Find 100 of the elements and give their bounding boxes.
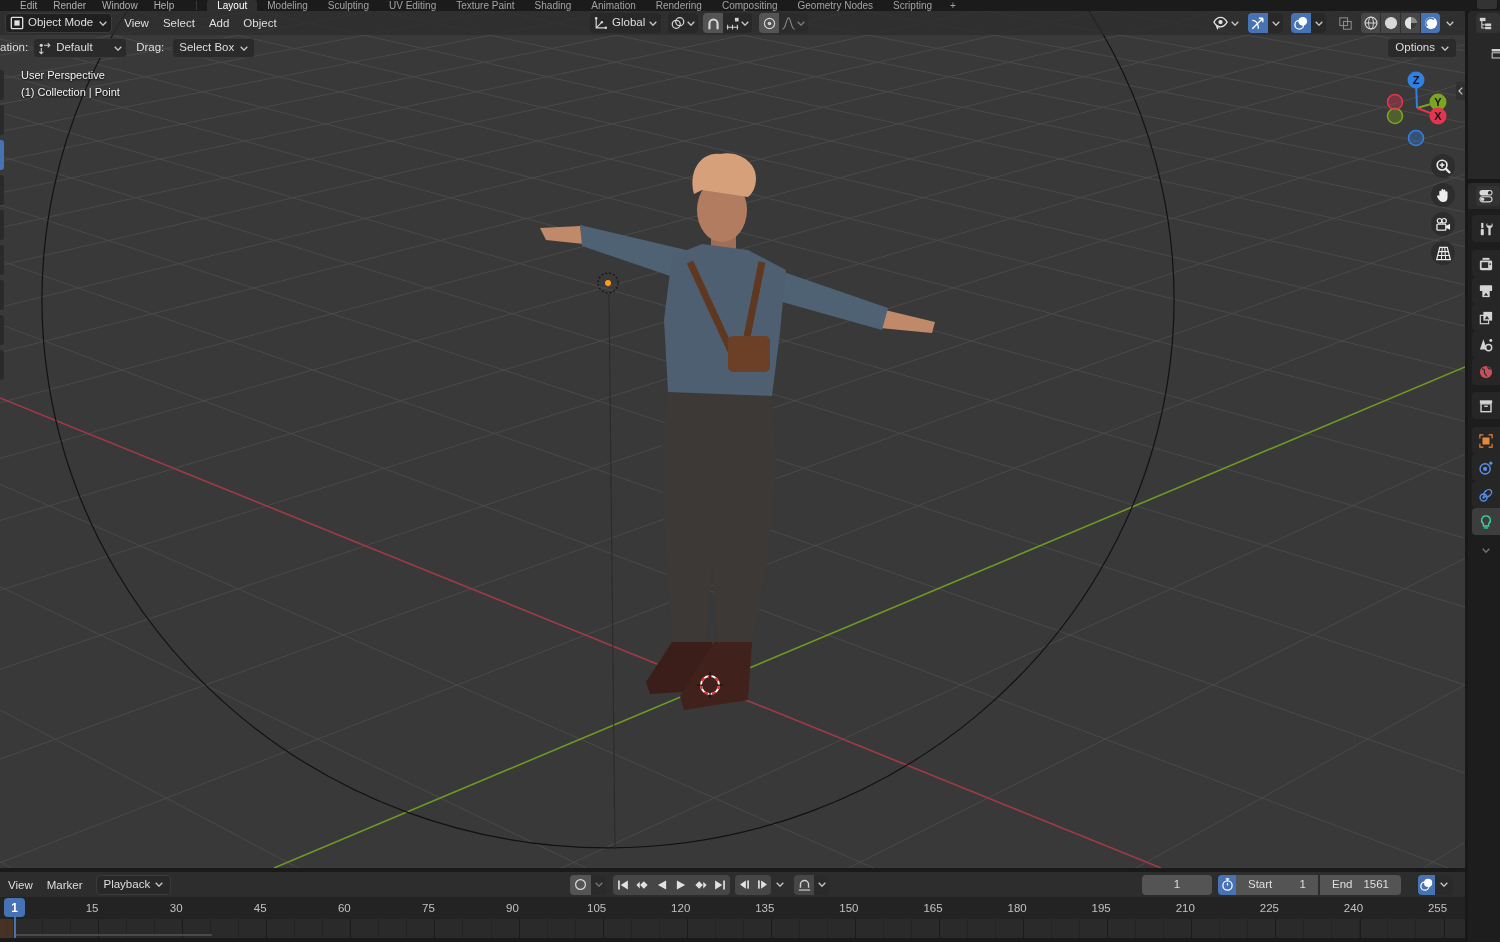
jump-to-start-button[interactable] <box>613 874 633 895</box>
chevron-down-icon <box>649 20 658 26</box>
archive-box-icon <box>1479 398 1493 413</box>
properties-tab[interactable] <box>1472 508 1500 535</box>
drag-dropdown[interactable]: Select Box <box>172 38 256 58</box>
solid-sphere-icon <box>1383 16 1398 30</box>
eye-pointer-icon <box>1213 15 1228 31</box>
menu-item[interactable]: Render <box>53 0 87 11</box>
menu-item[interactable]: View <box>124 13 149 33</box>
workspace-tab[interactable]: Scripting <box>883 0 942 11</box>
shading-mode-button[interactable] <box>1401 13 1420 33</box>
menu-item[interactable]: Add <box>208 13 230 33</box>
gizmo-options-dropdown[interactable] <box>1268 13 1283 33</box>
shading-mode-button[interactable] <box>1381 13 1400 33</box>
gizmo-negative-axis-handle[interactable] <box>1407 129 1425 147</box>
add-workspace-button[interactable]: + <box>942 0 964 11</box>
axes-icon <box>594 16 608 30</box>
skip-back-icon <box>616 878 629 891</box>
workspace-tab[interactable]: Modeling <box>257 0 318 11</box>
menu-item[interactable]: Edit <box>20 0 38 11</box>
proportional-edit-toggle[interactable] <box>759 13 780 33</box>
chevron-down-icon <box>797 20 806 26</box>
record-circle-icon <box>574 878 587 891</box>
properties-tab[interactable] <box>1472 427 1500 454</box>
orbit-icon <box>1479 460 1493 475</box>
options-dropdown[interactable]: Options <box>1387 38 1457 58</box>
end-frame-field[interactable]: End 1561 <box>1320 874 1401 895</box>
menu-item[interactable]: Marker <box>46 874 83 895</box>
perspective-toggle-button[interactable] <box>1431 241 1455 265</box>
chevron-down-icon <box>1441 45 1449 51</box>
skip-forward-icon <box>714 878 727 891</box>
point-light-marker <box>597 272 619 294</box>
keying-set-button[interactable] <box>794 874 814 895</box>
properties-tab[interactable] <box>1472 215 1500 242</box>
frame-number: 30 <box>169 901 183 916</box>
menu-item[interactable]: Object <box>243 13 277 33</box>
pivot-dropdown[interactable] <box>668 13 699 33</box>
frame-number: 135 <box>755 901 775 916</box>
tool-orientation-dropdown[interactable]: Default <box>33 38 128 58</box>
workspace-tab[interactable]: Rendering <box>645 0 712 11</box>
menu-item[interactable]: View <box>8 874 33 895</box>
frame-number: 180 <box>1007 901 1027 916</box>
workspace-tab[interactable]: Geometry Nodes <box>787 0 884 11</box>
jump-to-end-button[interactable] <box>710 874 730 895</box>
frame-number: 90 <box>506 901 519 916</box>
screwdriver-wrench-icon <box>1479 221 1493 236</box>
menu-item[interactable]: Help <box>153 0 175 11</box>
preview-range-toggle[interactable] <box>1218 874 1236 895</box>
zoom-button[interactable] <box>1431 154 1455 178</box>
workspace-tab[interactable]: UV Editing <box>378 0 447 11</box>
editor-type-button[interactable] <box>1476 186 1500 206</box>
workspace-tab[interactable]: Texture Paint <box>446 0 525 11</box>
zoom-icon <box>1435 158 1451 174</box>
menu-item[interactable]: Window <box>102 0 138 11</box>
playback-dropdown[interactable]: Playback <box>95 874 172 895</box>
step-back-button[interactable] <box>735 874 753 895</box>
sidebar-toggle-button[interactable] <box>1456 82 1465 100</box>
gizmo-axis-handle[interactable]: Z <box>1407 71 1425 109</box>
view-name-label: User Perspective <box>21 68 105 83</box>
overlays-options-dropdown[interactable] <box>1311 13 1326 33</box>
gizmo-negative-axis-handle[interactable] <box>1386 93 1404 111</box>
image-stack-icon <box>1479 310 1493 325</box>
start-frame-field[interactable]: Start 1 <box>1236 874 1318 895</box>
stopwatch-icon <box>1220 878 1234 891</box>
workspace-tab[interactable]: Compositing <box>711 0 788 11</box>
crosshair-cursor-icon <box>696 671 724 699</box>
gizmo-negative-axis-handle[interactable] <box>1386 107 1404 125</box>
frame-number: 60 <box>337 901 351 916</box>
shading-mode-button[interactable] <box>1421 13 1440 33</box>
orientation-dropdown[interactable]: Global <box>590 13 662 33</box>
properties-tab[interactable] <box>1472 392 1500 419</box>
toggle-switch-icon <box>1479 189 1493 203</box>
sync-toggle[interactable] <box>1418 874 1435 895</box>
auto-keying-toggle[interactable] <box>570 874 591 895</box>
properties-tab[interactable] <box>1472 250 1500 277</box>
chevron-down-icon <box>1314 20 1323 26</box>
workspace-tab[interactable]: Sculpting <box>317 0 379 11</box>
frame-number: 225 <box>1259 901 1279 916</box>
overlays-toggle[interactable] <box>1291 13 1311 33</box>
editor-type-button[interactable] <box>1476 13 1500 33</box>
snap-target-dropdown[interactable] <box>723 13 753 33</box>
workspace-tab[interactable]: Shading <box>524 0 582 11</box>
camera-view-button[interactable] <box>1431 212 1455 236</box>
menu-item[interactable]: Select <box>162 13 195 33</box>
step-forward-button[interactable] <box>753 874 771 895</box>
outliner-tree-icon <box>1479 16 1492 30</box>
workspace-tab[interactable]: Layout <box>207 0 258 11</box>
current-frame-field[interactable]: 1 <box>1142 874 1212 895</box>
playhead[interactable]: 1 <box>4 898 25 938</box>
snap-toggle[interactable] <box>703 13 724 33</box>
chevron-down-icon <box>155 882 164 887</box>
pan-button[interactable] <box>1431 183 1455 207</box>
overlapping-circles-icon <box>1420 878 1433 891</box>
mode-dropdown[interactable]: Object Mode <box>5 13 113 33</box>
workspace-tab[interactable]: Animation <box>581 0 646 11</box>
properties-tab[interactable] <box>1472 481 1500 508</box>
shading-mode-button[interactable] <box>1361 13 1380 33</box>
drag-label: Drag: <box>136 40 165 56</box>
horizontal-scrollbar[interactable] <box>15 934 212 936</box>
gizmo-toggle[interactable] <box>1248 13 1268 33</box>
